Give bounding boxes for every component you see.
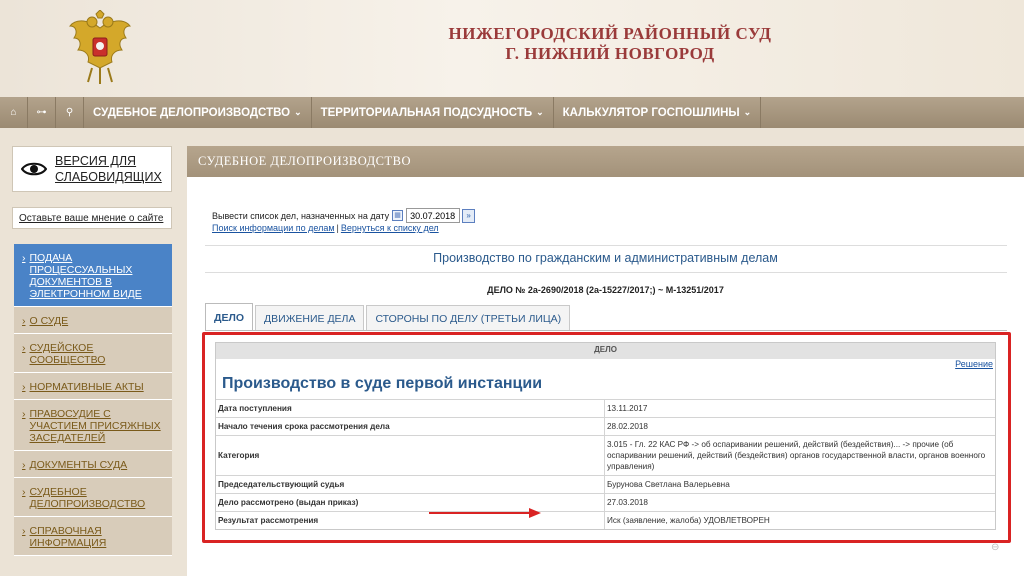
search-cases-link[interactable]: Поиск информации по делам <box>212 223 335 233</box>
sidebar-item-e-filing[interactable]: › ПОДАЧА ПРОЦЕССУАЛЬНЫХ ДОКУМЕНТОВ В ЭЛЕК… <box>14 244 172 307</box>
instance-title: Производство в суде первой инстанции <box>222 375 543 392</box>
chevron-down-icon: ⌄ <box>743 107 752 117</box>
nav-item-label: ТЕРРИТОРИАЛЬНАЯ ПОДСУДНОСТЬ <box>320 106 533 119</box>
scroll-top-icon[interactable]: ⊖ <box>991 542 999 553</box>
sidebar-item-judiciary[interactable]: › СУДЕЙСКОЕ СООБЩЕСТВО <box>14 334 172 373</box>
top-navigation: ⌂ ⊶ ⚲ СУДЕБНОЕ ДЕЛОПРОИЗВОДСТВО ⌄ ТЕРРИТО… <box>0 97 1024 128</box>
coat-of-arms-icon <box>68 10 132 84</box>
row-value: 27.03.2018 <box>607 498 648 507</box>
decision-link[interactable]: Решение <box>955 359 993 369</box>
chevron-down-icon: ⌄ <box>536 107 544 117</box>
table-row: Результат рассмотрения Иск (заявление, ж… <box>216 511 995 529</box>
case-details-table: ДЕЛО Решение Производство в суде первой … <box>215 342 996 530</box>
row-label: Результат рассмотрения <box>216 512 605 529</box>
row-value: Бурунова Светлана Валерьевна <box>607 480 730 489</box>
eye-icon <box>21 162 47 176</box>
table-row: Категория 3.015 - Гл. 22 КАС РФ -> об ос… <box>216 435 995 475</box>
sidebar-item-label: СПРАВОЧНАЯ ИНФОРМАЦИЯ <box>29 525 107 549</box>
sidebar-item-about[interactable]: › О СУДЕ <box>14 307 172 334</box>
home-icon[interactable]: ⌂ <box>0 97 28 128</box>
vision-line2: СЛАБОВИДЯЩИХ <box>55 170 162 184</box>
row-value: 28.02.2018 <box>607 422 648 431</box>
nav-item-label: КАЛЬКУЛЯТОР ГОСПОШЛИНЫ <box>562 106 740 119</box>
table-row: Дело рассмотрено (выдан приказ) 27.03.20… <box>216 493 995 511</box>
sidebar-item-label: СУДЕБНОЕ ДЕЛОПРОИЗВОДСТВО <box>29 486 146 510</box>
sidebar-item-jury[interactable]: › ПРАВОСУДИЕ С УЧАСТИЕМ ПРИСЯЖНЫХ ЗАСЕДАТ… <box>14 400 172 451</box>
case-tabs: ДЕЛО ДВИЖЕНИЕ ДЕЛА СТОРОНЫ ПО ДЕЛУ (ТРЕТ… <box>205 303 572 331</box>
tab-underline <box>205 330 1007 331</box>
arrow-right-icon: › <box>22 342 26 354</box>
main-content: СУДЕБНОЕ ДЕЛОПРОИЗВОДСТВО Вывести список… <box>187 146 1024 576</box>
table-row: Дата поступления 13.11.2017 <box>216 399 995 417</box>
case-number: ДЕЛО № 2а-2690/2018 (2а-15227/2017;) ~ М… <box>487 285 724 295</box>
chevron-down-icon: ⌄ <box>294 107 302 117</box>
separator: | <box>336 223 339 233</box>
date-label: Вывести список дел, назначенных на дату <box>212 210 390 221</box>
arrow-right-icon: › <box>22 408 26 420</box>
tab-parties[interactable]: СТОРОНЫ ПО ДЕЛУ (ТРЕТЬИ ЛИЦА) <box>366 305 571 331</box>
sidebar-menu: › ПОДАЧА ПРОЦЕССУАЛЬНЫХ ДОКУМЕНТОВ В ЭЛЕК… <box>14 244 172 556</box>
red-arrow-icon <box>429 508 541 518</box>
back-to-list-link[interactable]: Вернуться к списку дел <box>341 223 439 233</box>
sidebar-item-label: ПРАВОСУДИЕ С УЧАСТИЕМ ПРИСЯЖНЫХ ЗАСЕДАТЕ… <box>29 408 161 444</box>
feedback-link[interactable]: Оставьте ваше мнение о сайте <box>19 213 163 224</box>
row-value: Иск (заявление, жалоба) УДОВЛЕТВОРЕН <box>607 516 770 525</box>
accessibility-version-link[interactable]: ВЕРСИЯ ДЛЯ СЛАБОВИДЯЩИХ <box>55 153 162 185</box>
vision-line1: ВЕРСИЯ ДЛЯ <box>55 154 137 168</box>
table-row: Председательствующий судья Бурунова Свет… <box>216 475 995 493</box>
row-label: Категория <box>216 436 605 475</box>
sidebar-item-proceedings[interactable]: › СУДЕБНОЕ ДЕЛОПРОИЗВОДСТВО <box>14 478 172 517</box>
action-links: Поиск информации по делам | Вернуться к сп… <box>212 223 439 233</box>
arrow-right-icon: › <box>22 315 26 327</box>
sidebar-item-label: НОРМАТИВНЫЕ АКТЫ <box>29 381 144 393</box>
decision-row: Решение <box>216 359 995 370</box>
row-label: Дата поступления <box>216 400 605 417</box>
row-label: Председательствующий судья <box>216 476 605 493</box>
arrow-right-icon: › <box>22 459 26 471</box>
sidebar-item-documents[interactable]: › ДОКУМЕНТЫ СУДА <box>14 451 172 478</box>
table-header: ДЕЛО <box>216 343 995 359</box>
arrow-right-icon: › <box>22 525 26 537</box>
sidebar-item-reference[interactable]: › СПРАВОЧНАЯ ИНФОРМАЦИЯ <box>14 517 172 556</box>
site-header: НИЖЕГОРОДСКИЙ РАЙОННЫЙ СУД Г. НИЖНИЙ НОВ… <box>0 0 1024 97</box>
court-title-line1: НИЖЕГОРОДСКИЙ РАЙОННЫЙ СУД <box>448 24 772 43</box>
go-button[interactable]: » <box>462 208 476 223</box>
sidebar-item-regulations[interactable]: › НОРМАТИВНЫЕ АКТЫ <box>14 373 172 400</box>
nav-item-fee-calculator[interactable]: КАЛЬКУЛЯТОР ГОСПОШЛИНЫ ⌄ <box>554 97 762 128</box>
tab-case[interactable]: ДЕЛО <box>205 303 254 331</box>
feedback-box[interactable]: Оставьте ваше мнение о сайте <box>12 207 172 229</box>
sidebar-item-label: СУДЕЙСКОЕ СООБЩЕСТВО <box>29 342 106 366</box>
row-label: Дело рассмотрено (выдан приказ) <box>216 494 605 511</box>
court-title-line2: Г. НИЖНИЙ НОВГОРОД <box>505 44 715 63</box>
arrow-right-icon: › <box>22 252 26 264</box>
divider <box>205 272 1007 273</box>
accessibility-version-box[interactable]: ВЕРСИЯ ДЛЯ СЛАБОВИДЯЩИХ <box>12 146 172 192</box>
sidebar-item-label: ДОКУМЕНТЫ СУДА <box>29 459 128 471</box>
production-title: Производство по гражданским и администра… <box>433 251 778 265</box>
court-title: НИЖЕГОРОДСКИЙ РАЙОННЫЙ СУД Г. НИЖНИЙ НОВ… <box>420 24 800 64</box>
divider <box>205 245 1007 246</box>
arrow-right-icon: › <box>22 486 26 498</box>
sidebar-item-label: О СУДЕ <box>29 315 69 327</box>
row-value: 13.11.2017 <box>607 404 648 413</box>
sitemap-icon[interactable]: ⊶ <box>28 97 56 128</box>
sidebar-item-label: ПОДАЧА ПРОЦЕССУАЛЬНЫХ ДОКУМЕНТОВ В ЭЛЕКТ… <box>29 252 142 300</box>
date-input[interactable] <box>406 208 461 223</box>
row-value: 3.015 - Гл. 22 КАС РФ -> об оспаривании … <box>607 440 986 471</box>
nav-item-label: СУДЕБНОЕ ДЕЛОПРОИЗВОДСТВО <box>93 106 291 119</box>
nav-item-proceedings[interactable]: СУДЕБНОЕ ДЕЛОПРОИЗВОДСТВО ⌄ <box>84 97 312 128</box>
table-row: Начало течения срока рассмотрения дела 2… <box>216 417 995 435</box>
date-filter: Вывести список дел, назначенных на дату … <box>212 208 476 223</box>
tab-case-movement[interactable]: ДВИЖЕНИЕ ДЕЛА <box>255 305 365 331</box>
search-icon[interactable]: ⚲ <box>56 97 84 128</box>
arrow-right-icon: › <box>22 381 26 393</box>
row-label: Начало течения срока рассмотрения дела <box>216 418 605 435</box>
nav-item-jurisdiction[interactable]: ТЕРРИТОРИАЛЬНАЯ ПОДСУДНОСТЬ ⌄ <box>312 97 554 128</box>
calendar-icon[interactable]: ▦ <box>392 210 404 221</box>
section-title: СУДЕБНОЕ ДЕЛОПРОИЗВОДСТВО <box>187 146 1024 177</box>
